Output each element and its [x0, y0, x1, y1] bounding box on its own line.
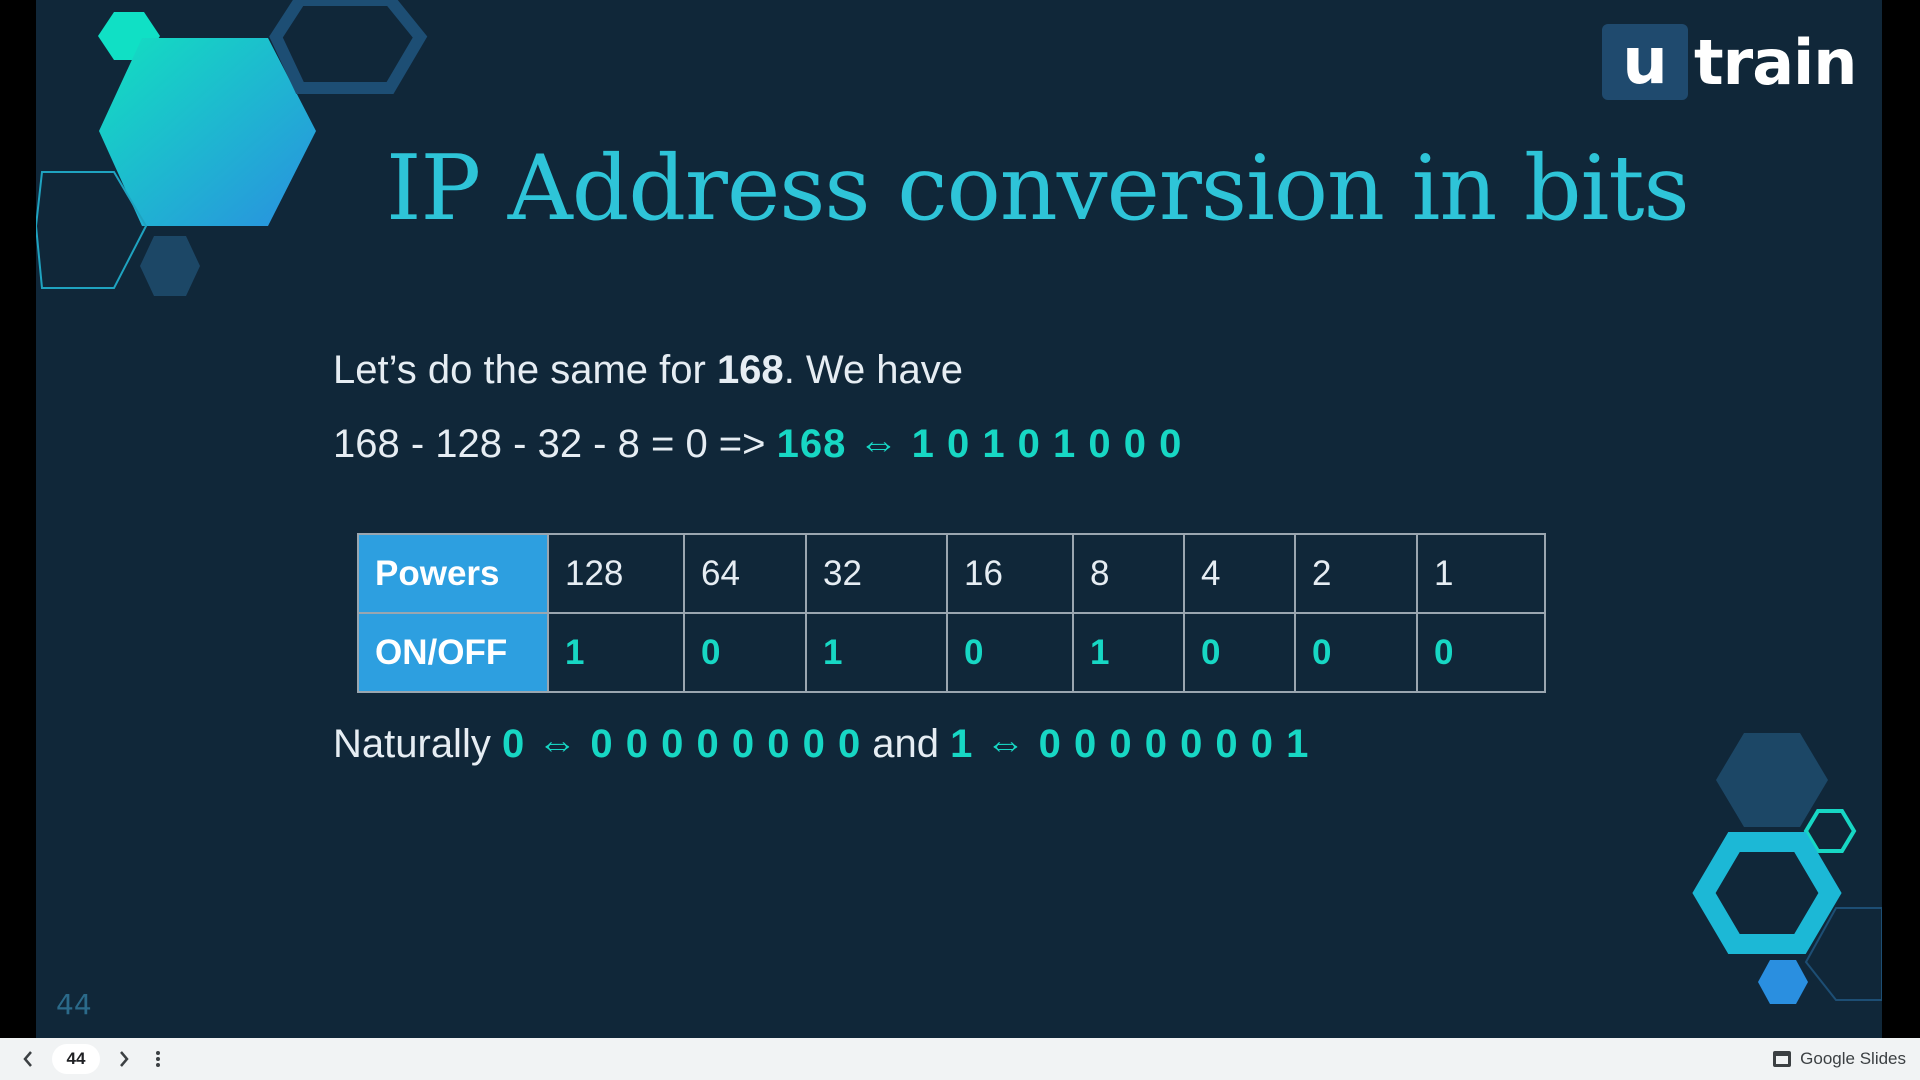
naturally-prefix: Naturally: [333, 722, 502, 766]
bit-cell: 0: [1183, 612, 1296, 693]
naturally-line: Naturally 0 ⇔ 0 0 0 0 0 0 0 0 and 1 ⇔ 0 …: [333, 722, 1309, 767]
equation-text: 168 - 128 - 32 - 8 = 0 =>: [333, 422, 777, 466]
power-cell: 4: [1183, 533, 1296, 614]
logo-text: train: [1694, 25, 1857, 99]
brand-label: Google Slides: [1800, 1049, 1906, 1068]
chevron-left-icon[interactable]: [12, 1043, 44, 1075]
one-conversion: 1 ⇔ 0 0 0 0 0 0 0 1: [950, 722, 1310, 766]
equation-result: 168 ⇔ 1 0 1 0 1 0 0 0: [776, 422, 1183, 466]
power-cell: 64: [683, 533, 807, 614]
hexagon-shape: [269, 0, 428, 94]
bit-cell: 0: [1416, 612, 1546, 693]
power-cell: 1: [1416, 533, 1546, 614]
bit-cell: 1: [547, 612, 685, 693]
intro-line: Let’s do the same for 168. We have: [333, 348, 963, 393]
intro-suffix: . We have: [783, 348, 964, 392]
chevron-right-icon[interactable]: [108, 1043, 140, 1075]
slides-icon: [1773, 1051, 1792, 1067]
powers-row: Powers 128 64 32 16 8 4 2 1: [357, 533, 1546, 614]
slide: u train IP Address conversion in bits Le…: [36, 0, 1882, 1038]
slides-toolbar: 44 Google Slides: [0, 1038, 1920, 1080]
bit-cell: 1: [1072, 612, 1185, 693]
google-slides-link[interactable]: Google Slides: [1773, 1038, 1906, 1080]
bit-cell: 0: [1294, 612, 1418, 693]
naturally-and: and: [861, 722, 951, 766]
zero-conversion: 0 ⇔ 0 0 0 0 0 0 0 0: [501, 722, 862, 766]
equation-line: 168 - 128 - 32 - 8 = 0 => 168 ⇔ 1 0 1 0 …: [333, 422, 1182, 467]
bit-cell: 0: [683, 612, 807, 693]
hexagon-shape: [1758, 960, 1808, 1004]
hexagon-shape: [140, 236, 200, 296]
powers-table: Powers 128 64 32 16 8 4 2 1 ON/OFF 1 0 1…: [357, 533, 1546, 693]
intro-prefix: Let’s do the same for: [333, 348, 717, 392]
powers-header: Powers: [357, 533, 549, 614]
intro-number: 168: [716, 348, 784, 392]
bit-cell: 1: [805, 612, 948, 693]
power-cell: 8: [1072, 533, 1185, 614]
power-cell: 2: [1294, 533, 1418, 614]
slide-title: IP Address conversion in bits: [386, 136, 1690, 241]
slide-page-number: 44: [56, 988, 92, 1021]
hexagon-shape: [1692, 832, 1842, 954]
power-cell: 32: [805, 533, 948, 614]
bits-row: ON/OFF 1 0 1 0 1 0 0 0: [357, 612, 1546, 693]
page-number-input[interactable]: 44: [52, 1044, 100, 1074]
hexagon-shape: [1716, 733, 1828, 827]
more-vertical-icon[interactable]: [142, 1043, 174, 1075]
utrain-logo: u train: [1602, 24, 1857, 100]
bit-cell: 0: [946, 612, 1074, 693]
power-cell: 128: [547, 533, 685, 614]
onoff-header: ON/OFF: [357, 612, 549, 693]
power-cell: 16: [946, 533, 1074, 614]
logo-badge: u: [1602, 24, 1688, 100]
